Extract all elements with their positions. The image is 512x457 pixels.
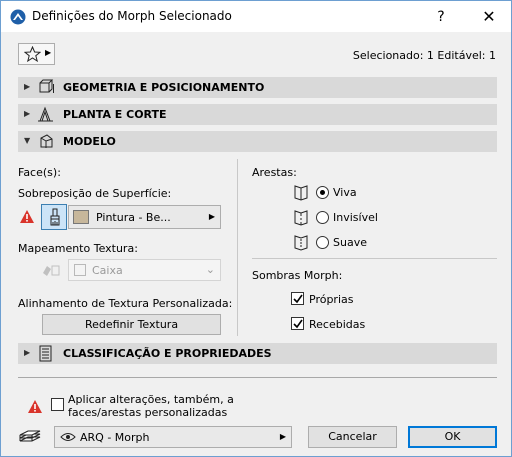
texture-mapping-dropdown[interactable]: Caixa ⌄ [68, 259, 221, 281]
smooth-edge-icon [294, 235, 308, 251]
receive-shadow-label: Recebidas [309, 318, 366, 331]
sharp-edge-icon [294, 185, 308, 201]
title-bar: Definições do Morph Selecionado ? ✕ [1, 1, 511, 32]
collapse-arrow-icon: ▼ [24, 136, 31, 145]
window-title: Definições do Morph Selecionado [32, 9, 232, 23]
texture-mapping-value: Caixa [92, 264, 123, 277]
caret-right-icon: ▶ [208, 212, 215, 221]
dialog-window: Definições do Morph Selecionado ? ✕ ▶ Se… [0, 0, 512, 457]
cast-shadow-label: Próprias [309, 293, 354, 306]
layers-icon [19, 430, 41, 442]
apply-custom-checkbox[interactable] [51, 398, 64, 411]
section-model[interactable]: ▼ MODELO [18, 131, 497, 152]
texture-mapping-icon [43, 265, 60, 276]
shadows-label: Sombras Morph: [252, 269, 343, 282]
edge-sharp-label: Viva [333, 186, 357, 199]
column-divider [237, 159, 238, 336]
section-geometry-label: GEOMETRIA E POSICIONAMENTO [63, 81, 265, 94]
material-swatch [73, 210, 89, 224]
section-plan-label: PLANTA E CORTE [63, 108, 167, 121]
selection-info: Selecionado: 1 Editável: 1 [352, 49, 496, 62]
edges-label: Arestas: [252, 166, 297, 179]
right-divider [252, 258, 497, 259]
paint-brush-icon [50, 208, 60, 226]
surface-material-dropdown[interactable]: Pintura - Be... ▶ [68, 205, 221, 229]
caret-right-icon: ▶ [279, 432, 286, 441]
geometry-icon [39, 79, 54, 93]
classification-icon [39, 345, 52, 362]
expand-arrow-icon: ▶ [24, 109, 31, 118]
layer-dropdown[interactable]: ARQ - Morph ▶ [54, 426, 292, 448]
warning-icon [28, 400, 42, 413]
receive-shadow-checkbox[interactable] [291, 317, 304, 330]
override-surface-toggle[interactable] [41, 204, 67, 230]
edge-hidden-label: Invisível [333, 211, 378, 224]
archicad-app-icon [10, 9, 26, 25]
custom-texture-label: Alinhamento de Textura Personalizada: [18, 297, 233, 310]
favorites-button[interactable]: ▶ [18, 43, 55, 65]
section-classification-label: CLASSIFICAÇÃO E PROPRIEDADES [63, 347, 272, 360]
star-icon [24, 46, 41, 62]
section-geometry[interactable]: ▶ GEOMETRIA E POSICIONAMENTO [18, 77, 497, 98]
plan-section-icon [38, 106, 53, 122]
section-model-label: MODELO [63, 135, 116, 148]
warning-icon [20, 210, 34, 223]
box-icon [74, 264, 86, 276]
surface-override-label: Sobreposição de Superfície: [18, 187, 172, 200]
section-plan[interactable]: ▶ PLANTA E CORTE [18, 104, 497, 125]
reset-texture-button[interactable]: Redefinir Textura [42, 314, 221, 335]
expand-arrow-icon: ▶ [24, 82, 31, 91]
edge-hidden-radio[interactable] [316, 211, 329, 224]
edge-smooth-radio[interactable] [316, 236, 329, 249]
ok-button[interactable]: OK [408, 426, 497, 448]
surface-material-value: Pintura - Be... [96, 211, 171, 224]
eye-icon [60, 433, 76, 441]
section-classification[interactable]: ▶ CLASSIFICAÇÃO E PROPRIEDADES [18, 343, 497, 364]
chevron-down-icon: ⌄ [205, 263, 215, 276]
layer-value: ARQ - Morph [80, 431, 150, 444]
edge-sharp-radio[interactable] [316, 186, 329, 199]
edge-smooth-label: Suave [333, 236, 367, 249]
caret-right-icon: ▶ [45, 48, 52, 57]
help-button[interactable]: ? [429, 6, 453, 28]
model-icon [40, 134, 53, 148]
close-button[interactable]: ✕ [475, 6, 503, 28]
expand-arrow-icon: ▶ [24, 348, 31, 357]
hidden-edge-icon [294, 210, 308, 226]
texture-mapping-label: Mapeamento Textura: [18, 242, 138, 255]
cancel-button[interactable]: Cancelar [308, 426, 397, 448]
apply-custom-label: Aplicar alterações, também, a faces/ares… [68, 393, 234, 419]
faces-label: Face(s): [18, 166, 61, 179]
cast-shadow-checkbox[interactable] [291, 292, 304, 305]
footer-divider [18, 377, 497, 378]
